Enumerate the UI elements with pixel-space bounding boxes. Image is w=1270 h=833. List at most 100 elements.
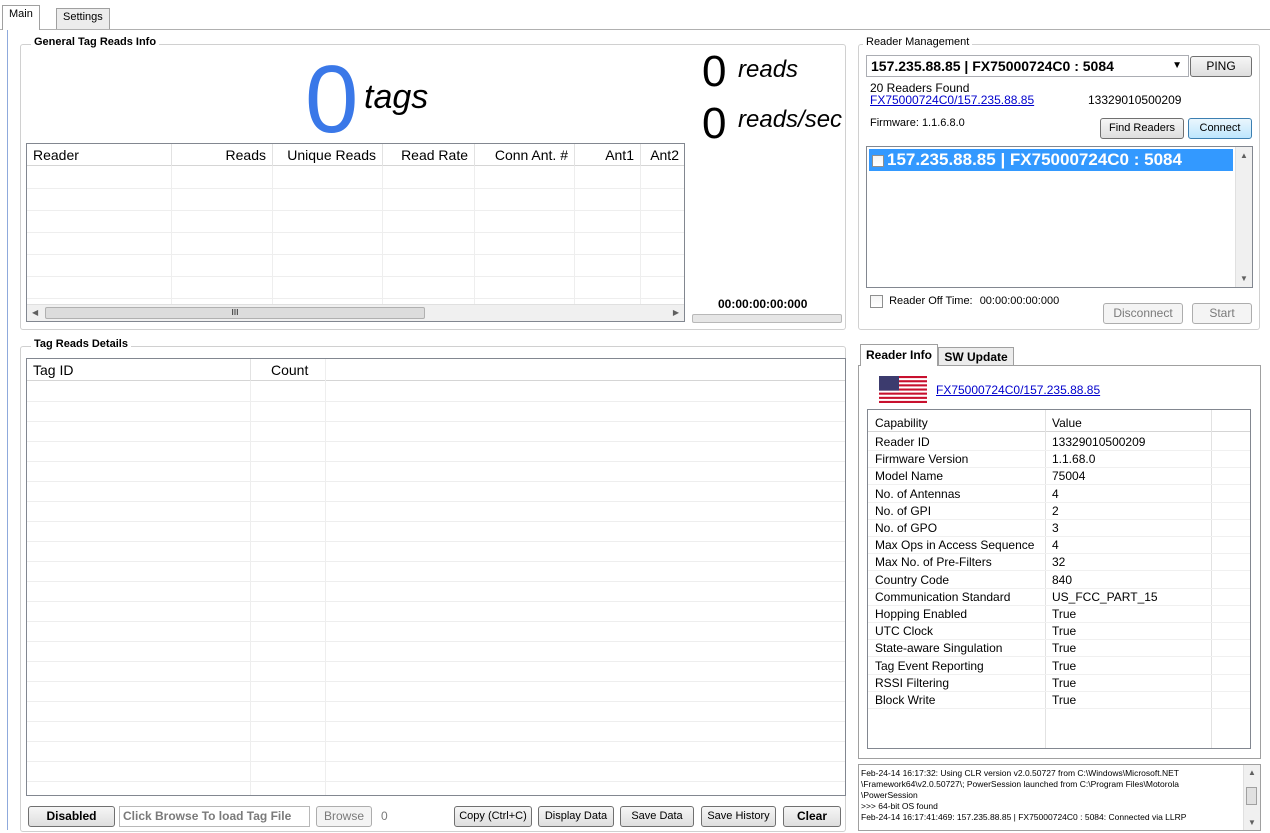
capability-row[interactable]: No. of GPO 3 — [868, 520, 1250, 537]
capability-name: Country Code — [875, 572, 950, 587]
reader-list-item-checkbox[interactable] — [872, 154, 884, 167]
col-unique-reads[interactable]: Unique Reads — [273, 144, 383, 166]
capability-row[interactable]: Max No. of Pre-Filters 32 — [868, 554, 1250, 572]
capability-row[interactable]: Hopping Enabled True — [868, 606, 1250, 623]
chevron-down-icon[interactable]: ▼ — [1172, 56, 1182, 76]
capability-name: No. of GPI — [875, 503, 932, 518]
capability-header: Capability Value — [868, 412, 1250, 432]
capability-row[interactable]: UTC Clock True — [868, 623, 1250, 641]
capability-value: True — [1052, 607, 1077, 621]
capability-name: State-aware Singulation — [875, 641, 1003, 656]
tag-details-header: Tag ID Count — [27, 359, 845, 381]
capability-row[interactable]: No. of Antennas 4 — [868, 486, 1250, 503]
capability-value: US_FCC_PART_15 — [1052, 589, 1158, 604]
col-reader[interactable]: Reader — [27, 144, 172, 166]
reader-list-item[interactable]: 157.235.88.85 | FX75000724C0 : 5084 — [869, 149, 1233, 171]
tag-file-input[interactable]: Click Browse To load Tag File — [119, 806, 310, 827]
scroll-down-icon[interactable]: ▼ — [1240, 274, 1248, 283]
scroll-up-icon[interactable]: ▲ — [1248, 768, 1256, 777]
reads-count: 0 — [702, 47, 727, 96]
capability-value: 75004 — [1052, 469, 1086, 484]
reader-management-legend: Reader Management — [863, 36, 973, 48]
capability-grid[interactable]: Capability Value Reader ID 13329010500209… — [867, 409, 1251, 749]
col-value[interactable]: Value — [1052, 416, 1082, 430]
reader-link[interactable]: FX75000724C0/157.235.88.85 — [870, 93, 1034, 107]
capability-value: True — [1052, 693, 1077, 707]
log-box[interactable]: Feb-24-14 16:17:32: Using CLR version v2… — [858, 764, 1261, 831]
capability-row[interactable]: Model Name 75004 — [868, 468, 1250, 486]
capability-row[interactable]: Communication Standard US_FCC_PART_15 — [868, 589, 1250, 606]
find-readers-button[interactable]: Find Readers — [1100, 118, 1184, 139]
rate-count: 0 — [702, 99, 727, 148]
tab-main[interactable]: Main — [2, 5, 40, 30]
capability-value: 1.1.68.0 — [1052, 452, 1096, 467]
log-vscrollbar[interactable]: ▲ ▼ — [1243, 765, 1260, 830]
capability-row[interactable]: RSSI Filtering True — [868, 675, 1250, 692]
ping-button[interactable]: PING — [1190, 56, 1252, 77]
capability-value: 3 — [1052, 521, 1059, 535]
reader-stats-hscrollbar[interactable]: ◀ III ▶ — [27, 304, 684, 321]
capability-value: 2 — [1052, 503, 1059, 518]
col-read-rate[interactable]: Read Rate — [383, 144, 475, 166]
tag-reads-details-legend: Tag Reads Details — [31, 338, 131, 350]
scroll-right-icon[interactable]: ▶ — [673, 308, 679, 317]
capability-name: Model Name — [875, 469, 944, 484]
tab-reader-info[interactable]: Reader Info — [860, 344, 938, 366]
capability-row[interactable]: Country Code 840 — [868, 572, 1250, 589]
clear-button[interactable]: Clear — [783, 806, 841, 827]
reader-off-time-checkbox[interactable] — [870, 295, 883, 308]
col-ant1[interactable]: Ant1 — [575, 144, 641, 166]
scroll-up-icon[interactable]: ▲ — [1240, 151, 1248, 160]
log-scroll-thumb[interactable] — [1246, 787, 1257, 805]
col-reads[interactable]: Reads — [172, 144, 273, 166]
capability-value: 840 — [1052, 572, 1073, 587]
tag-details-grid[interactable]: Tag ID Count — [26, 358, 846, 796]
copy-button[interactable]: Copy (Ctrl+C) — [454, 806, 532, 827]
reader-stats-header: Reader Reads Unique Reads Read Rate Conn… — [27, 144, 684, 166]
col-capability[interactable]: Capability — [875, 416, 928, 430]
read-progress-bar — [692, 314, 842, 323]
elapsed-time: 00:00:00:00:000 — [718, 297, 808, 311]
display-data-button[interactable]: Display Data — [538, 806, 614, 827]
scroll-down-icon[interactable]: ▼ — [1248, 818, 1256, 827]
reader-off-time-label: Reader Off Time: — [889, 295, 973, 308]
reader-stats-grid[interactable]: Reader Reads Unique Reads Read Rate Conn… — [26, 143, 685, 322]
capability-name: Hopping Enabled — [875, 607, 968, 621]
main-tab-bar: Main Settings — [0, 0, 1270, 30]
reader-select[interactable]: 157.235.88.85 | FX75000724C0 : 5084 ▼ — [866, 55, 1189, 77]
capability-name: UTC Clock — [875, 624, 934, 639]
tab-divider — [0, 29, 1270, 30]
disabled-button[interactable]: Disabled — [28, 806, 115, 827]
capability-value: True — [1052, 675, 1077, 690]
capability-value: True — [1052, 658, 1077, 673]
capability-name: No. of GPO — [875, 521, 938, 535]
capability-value: True — [1052, 624, 1077, 639]
reader-info-link[interactable]: FX75000724C0/157.235.88.85 — [936, 383, 1100, 397]
save-history-button[interactable]: Save History — [701, 806, 776, 827]
col-ant2[interactable]: Ant2 — [641, 144, 684, 166]
capability-name: Reader ID — [875, 435, 930, 449]
tab-settings[interactable]: Settings — [56, 8, 110, 29]
save-data-button[interactable]: Save Data — [620, 806, 694, 827]
reader-list[interactable]: 157.235.88.85 | FX75000724C0 : 5084 ▲ ▼ — [866, 146, 1253, 288]
browse-button[interactable]: Browse — [316, 806, 372, 827]
scroll-thumb[interactable]: III — [45, 307, 425, 319]
capability-value: 4 — [1052, 538, 1059, 553]
capability-row[interactable]: No. of GPI 2 — [868, 503, 1250, 520]
disconnect-button[interactable]: Disconnect — [1103, 303, 1183, 324]
capability-row[interactable]: Max Ops in Access Sequence 4 — [868, 537, 1250, 555]
tab-sw-update[interactable]: SW Update — [938, 347, 1014, 366]
col-conn-ant[interactable]: Conn Ant. # — [475, 144, 575, 166]
connect-button[interactable]: Connect — [1188, 118, 1252, 139]
col-count[interactable]: Count — [251, 359, 326, 381]
col-tag-id[interactable]: Tag ID — [27, 359, 251, 381]
reader-list-vscrollbar[interactable]: ▲ ▼ — [1235, 147, 1252, 287]
capability-row[interactable]: Tag Event Reporting True — [868, 658, 1250, 675]
capability-row[interactable]: State-aware Singulation True — [868, 640, 1250, 658]
start-button[interactable]: Start — [1192, 303, 1252, 324]
scroll-left-icon[interactable]: ◀ — [32, 308, 38, 317]
capability-row[interactable]: Reader ID 13329010500209 — [868, 434, 1250, 451]
capability-row[interactable]: Block Write True — [868, 692, 1250, 709]
capability-name: Block Write — [875, 693, 936, 707]
capability-row[interactable]: Firmware Version 1.1.68.0 — [868, 451, 1250, 469]
